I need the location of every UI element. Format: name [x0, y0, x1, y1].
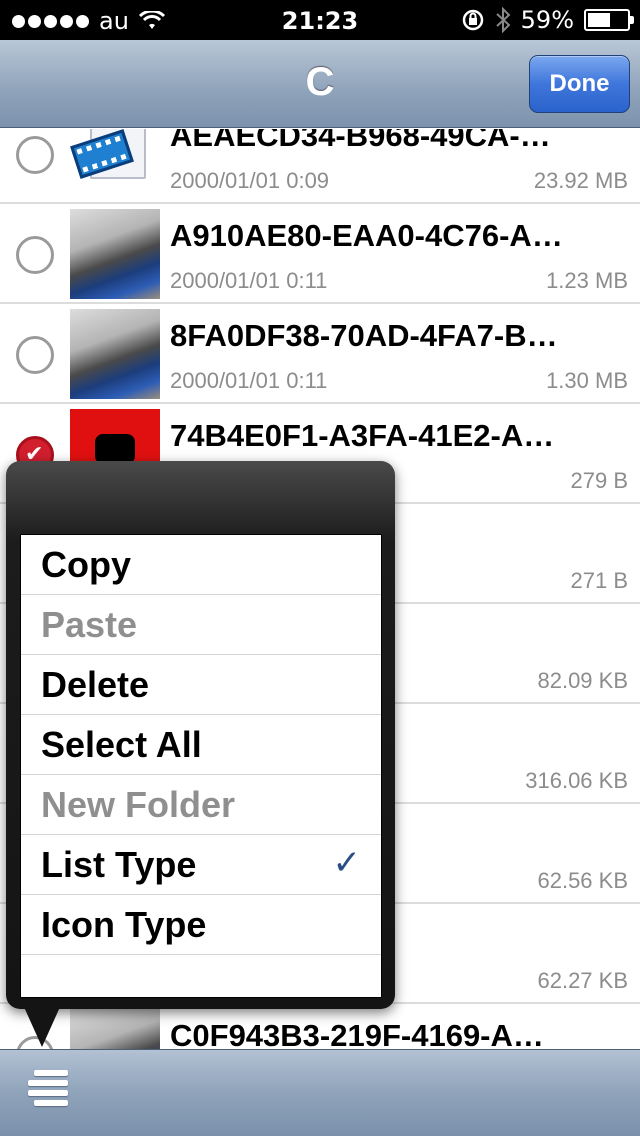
photo-thumbnail — [70, 309, 160, 399]
menu-item-paste: Paste — [21, 595, 381, 655]
movie-file-icon — [70, 129, 160, 199]
menu-item-label: Copy — [41, 543, 131, 585]
status-bar: au 21:23 59% — [0, 0, 640, 40]
navigation-bar: C Done — [0, 40, 640, 128]
photo-thumbnail — [70, 209, 160, 299]
file-name: C0F943B3-219F-4169-A… — [170, 1018, 544, 1049]
menu-item-empty — [21, 955, 381, 1015]
checkmark-icon: ✓ — [332, 843, 362, 883]
selection-radio[interactable] — [16, 236, 54, 274]
action-menu-list: Copy Paste Delete Select All New Folder List … — [20, 534, 382, 998]
menu-item-label: Select All — [41, 723, 202, 765]
popover-arrow — [24, 1007, 60, 1047]
selection-radio[interactable] — [16, 336, 54, 374]
list-menu-icon[interactable] — [28, 1070, 68, 1116]
menu-item-label: Delete — [41, 663, 150, 705]
bottom-toolbar — [0, 1049, 640, 1136]
file-date: 2000/01/01 0:09 — [170, 168, 330, 193]
selection-radio[interactable] — [16, 136, 54, 174]
file-date: 2000/01/01 0:11 — [170, 368, 328, 393]
menu-item-label: New Folder — [41, 783, 236, 825]
file-row[interactable]: AEAECD34-B968-49CA-… 2000/01/01 0:09 23.92… — [0, 129, 640, 204]
file-size: 62.27 KB — [537, 968, 628, 993]
file-size: 316.06 KB — [525, 768, 628, 793]
menu-item-list-type[interactable]: List Type ✓ — [21, 835, 381, 895]
file-name: 8FA0DF38-70AD-4FA7-B… — [170, 318, 558, 353]
file-name: AEAECD34-B968-49CA-… — [170, 129, 551, 153]
menu-item-label: Paste — [41, 603, 138, 645]
battery-icon — [584, 9, 634, 31]
file-size: 82.09 KB — [537, 668, 628, 693]
menu-item-label: Icon Type — [41, 903, 207, 945]
menu-item-copy[interactable]: Copy — [21, 535, 381, 595]
menu-item-icon-type[interactable]: Icon Type — [21, 895, 381, 955]
file-size: 271 B — [570, 568, 629, 593]
menu-item-new-folder: New Folder — [21, 775, 381, 835]
file-row[interactable]: 8FA0DF38-70AD-4FA7-B… 2000/01/01 0:11 1.30… — [0, 304, 640, 404]
file-name: A910AE80-EAA0-4C76-A… — [170, 218, 563, 253]
bluetooth-icon — [495, 7, 511, 33]
file-size: 279 B — [570, 468, 629, 493]
photo-thumbnail — [70, 1009, 160, 1049]
file-size: 1.30 MB — [546, 368, 628, 393]
menu-item-select-all[interactable]: Select All — [21, 715, 381, 775]
rotation-lock-icon — [462, 9, 483, 31]
file-row[interactable]: A910AE80-EAA0-4C76-A… 2000/01/01 0:11 1.23… — [0, 204, 640, 304]
battery-percent: 59% — [520, 6, 574, 34]
file-size: 23.92 MB — [533, 168, 628, 193]
file-size: 62.56 KB — [537, 868, 628, 893]
file-size: 1.23 MB — [546, 268, 628, 293]
done-button[interactable]: Done — [529, 55, 630, 113]
file-date: 2000/01/01 0:11 — [170, 268, 328, 293]
menu-item-delete[interactable]: Delete — [21, 655, 381, 715]
action-menu-popover: Copy Paste Delete Select All New Folder List … — [6, 461, 395, 1009]
menu-item-label: List Type — [41, 843, 197, 885]
file-name: 74B4E0F1-A3FA-41E2-A… — [170, 418, 555, 453]
